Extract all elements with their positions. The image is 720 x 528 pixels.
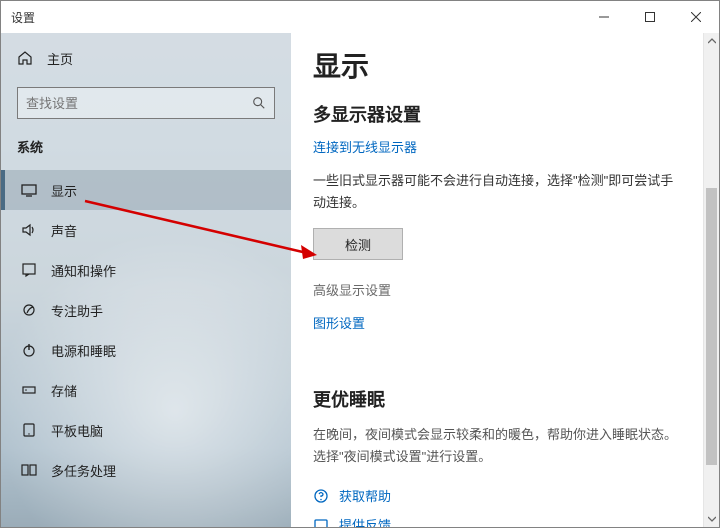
- minimize-button[interactable]: [581, 1, 627, 33]
- scroll-thumb[interactable]: [706, 188, 717, 465]
- scroll-track[interactable]: [704, 49, 719, 511]
- sidebar-item-sound[interactable]: 声音: [1, 210, 291, 250]
- sidebar-item-focus[interactable]: 专注助手: [1, 290, 291, 330]
- chevron-down-icon: [708, 515, 716, 523]
- section-multi-display: 多显示器设置: [313, 101, 677, 127]
- main-panel: 显示 多显示器设置 连接到无线显示器 一些旧式显示器可能不会进行自动连接，选择"…: [291, 33, 719, 527]
- home-icon: [17, 50, 33, 66]
- page-title: 显示: [313, 45, 677, 85]
- sidebar-item-label: 存储: [51, 381, 77, 400]
- focus-icon: [21, 302, 37, 318]
- notifications-icon: [21, 262, 37, 278]
- sidebar-item-notifications[interactable]: 通知和操作: [1, 250, 291, 290]
- search-input[interactable]: [26, 96, 252, 111]
- link-get-help[interactable]: 获取帮助: [313, 486, 677, 505]
- sidebar-item-tablet[interactable]: 平板电脑: [1, 410, 291, 450]
- link-graphics-settings[interactable]: 图形设置: [313, 313, 365, 332]
- multitask-icon: [21, 462, 37, 478]
- settings-window: 设置 主页: [0, 0, 720, 528]
- maximize-icon: [645, 12, 655, 22]
- home-label: 主页: [47, 49, 73, 68]
- sound-icon: [21, 222, 37, 238]
- scroll-up-button[interactable]: [704, 33, 719, 49]
- link-label: 提供反馈: [339, 515, 391, 527]
- minimize-icon: [599, 12, 609, 22]
- sidebar-item-power[interactable]: 电源和睡眠: [1, 330, 291, 370]
- link-label: 获取帮助: [339, 486, 391, 505]
- close-button[interactable]: [673, 1, 719, 33]
- sidebar-item-label: 电源和睡眠: [51, 341, 116, 360]
- close-icon: [691, 12, 701, 22]
- power-icon: [21, 342, 37, 358]
- footer-links: 获取帮助 提供反馈: [313, 486, 677, 527]
- window-title: 设置: [11, 9, 35, 26]
- tablet-icon: [21, 422, 37, 438]
- chevron-up-icon: [708, 37, 716, 45]
- sidebar-item-multitask[interactable]: 多任务处理: [1, 450, 291, 490]
- search-icon: [252, 96, 266, 110]
- storage-icon: [21, 382, 37, 398]
- section-better-sleep: 更优睡眠: [313, 386, 677, 412]
- sidebar-item-display[interactable]: 显示: [1, 170, 291, 210]
- link-connect-wireless[interactable]: 连接到无线显示器: [313, 137, 417, 156]
- sidebar-item-label: 通知和操作: [51, 261, 116, 280]
- home-nav[interactable]: 主页: [1, 39, 291, 77]
- text-sleep-desc: 在晚间，夜间模式会显示较柔和的暖色，帮助你进入睡眠状态。选择"夜间模式设置"进行…: [313, 424, 677, 468]
- text-old-display-desc: 一些旧式显示器可能不会进行自动连接，选择"检测"即可尝试手动连接。: [313, 170, 677, 214]
- sidebar-item-label: 平板电脑: [51, 421, 103, 440]
- search-box[interactable]: [17, 87, 275, 119]
- sidebar-item-label: 多任务处理: [51, 461, 116, 480]
- vertical-scrollbar[interactable]: [703, 33, 719, 527]
- main-content: 显示 多显示器设置 连接到无线显示器 一些旧式显示器可能不会进行自动连接，选择"…: [291, 33, 703, 527]
- sidebar-item-storage[interactable]: 存储: [1, 370, 291, 410]
- section-label: 系统: [1, 137, 291, 156]
- link-advanced-display[interactable]: 高级显示设置: [313, 280, 391, 299]
- scroll-down-button[interactable]: [704, 511, 719, 527]
- help-icon: [313, 488, 329, 504]
- titlebar: 设置: [1, 1, 719, 33]
- sidebar-item-label: 声音: [51, 221, 77, 240]
- display-icon: [21, 182, 37, 198]
- detect-button[interactable]: 检测: [313, 228, 403, 260]
- feedback-icon: [313, 517, 329, 527]
- sidebar-item-label: 专注助手: [51, 301, 103, 320]
- sidebar-item-label: 显示: [51, 181, 77, 200]
- maximize-button[interactable]: [627, 1, 673, 33]
- link-give-feedback[interactable]: 提供反馈: [313, 515, 677, 527]
- sidebar: 主页 系统 显示: [1, 33, 291, 527]
- window-body: 主页 系统 显示: [1, 33, 719, 527]
